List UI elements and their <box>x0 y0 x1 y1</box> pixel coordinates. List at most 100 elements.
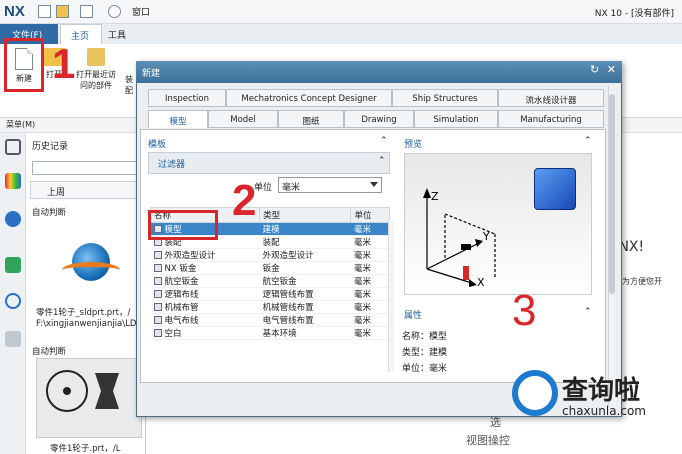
tab-manufacturing[interactable]: Manufacturing <box>498 110 604 128</box>
history-item-label-1: 自动判断 <box>32 208 67 218</box>
tab-ship-structures[interactable]: Ship Structures <box>392 89 498 107</box>
table-row[interactable]: 逻辑布线 逻辑管线布置 毫米 <box>150 287 390 301</box>
templates-title: 模板 <box>148 140 167 150</box>
table-scrollbar[interactable] <box>388 220 394 372</box>
tab-model-cn[interactable]: 模型 <box>148 110 208 128</box>
table-row[interactable]: 机械布管 机械管线布置 毫米 <box>150 300 390 314</box>
recent-label-1: 打开最近访 <box>76 70 116 79</box>
assembly-button[interactable]: 装配 <box>122 74 136 96</box>
electrical-routing-icon <box>153 316 162 324</box>
table-row[interactable]: NX 钣金 钣金 毫米 <box>150 261 390 275</box>
dialog-scroll-thumb[interactable] <box>609 94 615 294</box>
table-row[interactable]: 电气布线 电气管线布置 毫米 <box>150 313 390 327</box>
tab-drawing[interactable]: Drawing <box>344 110 414 128</box>
tab-line-designer[interactable]: 流水线设计器 <box>498 89 604 107</box>
row-name: 逻辑布线 <box>164 290 199 300</box>
property-row: 名称：模型 <box>402 329 447 345</box>
property-label: 名称： <box>402 332 430 342</box>
collapse-properties-icon[interactable]: ⌃ <box>584 307 592 317</box>
annotation-box-2 <box>148 210 218 240</box>
wheel-drawing-icon <box>46 370 119 412</box>
row-unit: 毫米 <box>350 313 390 327</box>
row-unit: 毫米 <box>350 261 390 275</box>
part-thumbnail-2[interactable] <box>36 358 142 438</box>
tab-tools[interactable]: 工具 <box>108 28 126 41</box>
tab-inspection[interactable]: Inspection <box>148 89 226 107</box>
row-type: 机械管线布置 <box>259 300 351 314</box>
row-type: 电气管线布置 <box>259 313 351 327</box>
property-value: 毫米 <box>429 364 448 374</box>
history-icon[interactable] <box>5 293 21 309</box>
close-icon[interactable]: ✕ <box>607 63 616 76</box>
row-type: 装配 <box>259 235 351 249</box>
nx-logo: NX <box>4 3 25 20</box>
row-type: 钣金 <box>259 261 351 275</box>
recent-parts-button[interactable]: 打开最近访 问的部件 <box>70 48 122 91</box>
row-unit: 毫米 <box>350 274 390 288</box>
tab-simulation[interactable]: Simulation <box>414 110 498 128</box>
window-menu[interactable]: 窗口 <box>132 5 150 18</box>
model-cube-icon <box>534 168 576 210</box>
filter-title: 过滤器 <box>158 160 186 170</box>
row-unit: 毫米 <box>350 248 390 262</box>
row-unit: 毫米 <box>350 326 390 340</box>
row-type: 外观造型设计 <box>259 248 351 262</box>
tab-drawing-cn[interactable]: 图纸 <box>278 110 344 128</box>
tab-model[interactable]: Model <box>208 110 278 128</box>
history-item-label-2: 自动判断 <box>32 347 67 357</box>
property-label: 单位： <box>402 364 430 374</box>
property-value: 模型 <box>429 332 448 342</box>
new-icon[interactable] <box>80 5 93 18</box>
collapse-preview-icon[interactable]: ⌃ <box>584 136 592 146</box>
undo-icon[interactable] <box>108 5 121 18</box>
palette-icon[interactable] <box>5 173 21 189</box>
resource-bar <box>0 133 26 454</box>
blank-icon <box>153 329 162 337</box>
recent-folder-icon <box>87 48 105 66</box>
menu-button[interactable]: 菜单(M) <box>6 119 35 130</box>
row-unit: 毫米 <box>350 287 390 301</box>
header-type[interactable]: 类型 <box>259 207 352 223</box>
property-row: 类型：建模 <box>402 345 447 361</box>
history-file-name-2[interactable]: 零件1轮子.prt，/L <box>50 442 120 454</box>
info-icon[interactable] <box>5 211 21 227</box>
gear-icon[interactable] <box>5 139 21 155</box>
axis-x-label: X <box>477 276 485 289</box>
history-file-name-1[interactable]: 零件1轮子_sldprt.prt，/ <box>36 306 130 318</box>
assembly-label: 装配 <box>125 75 133 95</box>
tab-mechatronics[interactable]: Mechatronics Concept Designer <box>226 89 392 107</box>
header-unit[interactable]: 单位 <box>350 207 390 223</box>
unit-select[interactable]: 毫米 <box>278 177 382 193</box>
reset-icon[interactable]: ↻ <box>590 63 599 76</box>
row-type: 逻辑管线布置 <box>259 287 351 301</box>
properties-list: 名称：模型 类型：建模 单位：毫米 <box>402 329 447 377</box>
table-row[interactable]: 航空钣金 航空钣金 毫米 <box>150 274 390 288</box>
roles-icon[interactable] <box>5 331 21 347</box>
row-name: 机械布管 <box>164 303 199 313</box>
sheet-metal-icon <box>153 264 162 272</box>
web-icon[interactable] <box>5 257 21 273</box>
app-title: NX 10 - [没有部件] <box>594 9 674 19</box>
row-name: NX 钣金 <box>164 264 197 274</box>
title-bar <box>0 0 682 24</box>
view-control-label: 视图操控 <box>466 434 510 447</box>
watermark-url: chaxunla.com <box>562 404 646 418</box>
collapse-filter-icon[interactable]: ⌃ <box>378 156 386 166</box>
axis-z-label: Z <box>431 190 439 203</box>
shape-studio-icon <box>153 251 162 259</box>
collapse-templates-icon[interactable]: ⌃ <box>380 136 388 146</box>
save-icon[interactable] <box>38 5 51 18</box>
row-type: 建模 <box>259 222 351 236</box>
property-label: 类型： <box>402 348 430 358</box>
axis-y-label: Y <box>482 230 490 243</box>
history-search-input[interactable] <box>32 161 140 175</box>
recent-label-2: 问的部件 <box>80 81 112 90</box>
chevron-down-icon[interactable] <box>370 182 378 187</box>
watermark-text: 查询啦 <box>562 376 641 406</box>
table-row[interactable]: 外观造型设计 外观造型设计 毫米 <box>150 248 390 262</box>
table-row[interactable]: 空白 基本环境 毫米 <box>150 326 390 340</box>
open-icon[interactable] <box>56 5 69 18</box>
watermark-logo-icon <box>512 370 558 416</box>
logical-routing-icon <box>153 290 162 298</box>
history-group-last-week[interactable]: 上周 <box>30 181 144 199</box>
